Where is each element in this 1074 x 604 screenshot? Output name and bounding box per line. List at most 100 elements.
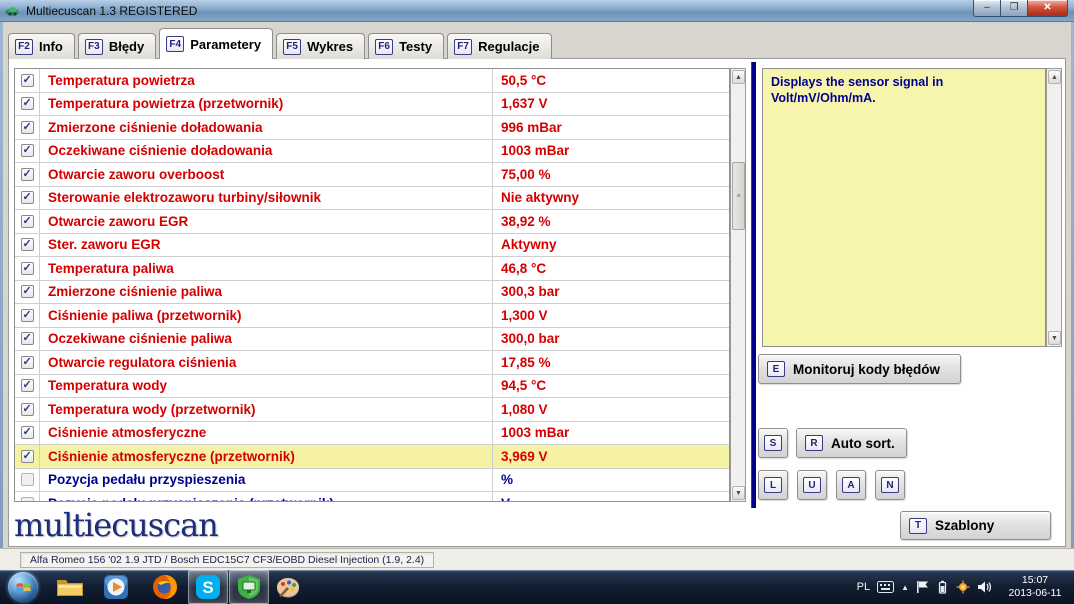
monitor-error-codes-button[interactable]: E Monitoruj kody błędów	[758, 354, 961, 384]
param-value: 1003 mBar	[501, 425, 569, 440]
table-row[interactable]: Ciśnienie paliwa (przetwornik) 1,300 V	[15, 304, 729, 328]
tab-f4-parametery[interactable]: F4 Parametery	[159, 28, 273, 59]
u-button[interactable]: U	[797, 470, 827, 500]
row-checkbox[interactable]	[21, 285, 34, 298]
tab-f7-regulacje[interactable]: F7 Regulacje	[447, 33, 551, 59]
param-value: 75,00 %	[501, 167, 551, 182]
taskbar-multiecuscan-app[interactable]	[229, 570, 269, 604]
table-scrollbar[interactable]: ▲ ≡ ▼	[730, 68, 746, 502]
table-row[interactable]: Temperatura wody (przetwornik) 1,080 V	[15, 398, 729, 422]
l-button[interactable]: L	[758, 470, 788, 500]
row-checkbox[interactable]	[21, 497, 34, 502]
table-row[interactable]: Otwarcie regulatora ciśnienia 17,85 %	[15, 351, 729, 375]
taskbar-firefox[interactable]	[145, 570, 185, 604]
table-row[interactable]: Oczekiwane ciśnienie doładowania 1003 mB…	[15, 140, 729, 164]
table-row[interactable]: Pozycja pedału przyspieszenia (przetworn…	[15, 492, 729, 502]
row-checkbox[interactable]	[21, 121, 34, 134]
n-button[interactable]: N	[875, 470, 905, 500]
param-name: Zmierzone ciśnienie paliwa	[48, 284, 222, 299]
row-checkbox[interactable]	[21, 426, 34, 439]
auto-sort-button[interactable]: R Auto sort.	[796, 428, 907, 458]
row-checkbox[interactable]	[21, 238, 34, 251]
row-checkbox[interactable]	[21, 97, 34, 110]
row-checkbox[interactable]	[21, 473, 34, 486]
battery-icon[interactable]	[936, 580, 949, 594]
param-name: Oczekiwane ciśnienie doładowania	[48, 143, 272, 158]
table-row[interactable]: Zmierzone ciśnienie paliwa 300,3 bar	[15, 281, 729, 305]
param-value: 300,0 bar	[501, 331, 560, 346]
s-button[interactable]: S	[758, 428, 788, 458]
tab-f5-wykres[interactable]: F5 Wykres	[276, 33, 365, 59]
tab-label: Info	[39, 39, 63, 54]
row-checkbox[interactable]	[21, 379, 34, 392]
param-name: Otwarcie regulatora ciśnienia	[48, 355, 236, 370]
tab-f6-testy[interactable]: F6 Testy	[368, 33, 444, 59]
param-value: 94,5 °C	[501, 378, 546, 393]
param-name: Temperatura wody	[48, 378, 167, 393]
info-scroll-up-icon[interactable]: ▲	[1048, 70, 1061, 84]
table-row[interactable]: Ster. zaworu EGR Aktywny	[15, 234, 729, 258]
table-row[interactable]: Ciśnienie atmosferyczne 1003 mBar	[15, 422, 729, 446]
panel-splitter[interactable]	[751, 62, 756, 508]
language-indicator[interactable]: PL	[857, 581, 870, 593]
taskbar-windows-explorer[interactable]	[50, 570, 90, 604]
row-checkbox[interactable]	[21, 356, 34, 369]
table-row[interactable]: Otwarcie zaworu EGR 38,92 %	[15, 210, 729, 234]
tab-f2-info[interactable]: F2 Info	[8, 33, 75, 59]
windows-logo-icon	[16, 581, 31, 594]
taskbar-windows-media-player[interactable]	[96, 570, 136, 604]
row-checkbox[interactable]	[21, 215, 34, 228]
row-checkbox[interactable]	[21, 74, 34, 87]
table-row[interactable]: Pozycja pedału przyspieszenia %	[15, 469, 729, 493]
table-row[interactable]: Temperatura paliwa 46,8 °C	[15, 257, 729, 281]
param-name: Otwarcie zaworu overboost	[48, 167, 224, 182]
network-alert-icon[interactable]	[956, 580, 970, 594]
table-row[interactable]: Temperatura powietrza 50,5 °C	[15, 69, 729, 93]
scroll-down-icon[interactable]: ▼	[732, 486, 745, 500]
title-bar[interactable]: Multiecuscan 1.3 REGISTERED – ❐ ✕	[0, 0, 1074, 22]
clock-date: 2013-06-11	[1004, 587, 1066, 600]
table-scrollbar-thumb[interactable]: ≡	[732, 162, 745, 230]
start-button[interactable]	[8, 572, 38, 602]
windows-media-player-icon	[103, 574, 129, 600]
key-badge: U	[803, 477, 821, 493]
row-checkbox[interactable]	[21, 403, 34, 416]
taskbar-paint[interactable]	[268, 570, 308, 604]
row-checkbox[interactable]	[21, 332, 34, 345]
minimize-button[interactable]: –	[973, 0, 1001, 17]
info-scroll-down-icon[interactable]: ▼	[1048, 331, 1061, 345]
templates-button[interactable]: T Szablony	[900, 511, 1051, 540]
keyboard-icon[interactable]	[877, 581, 894, 593]
param-value: 50,5 °C	[501, 73, 546, 88]
row-checkbox[interactable]	[21, 450, 34, 463]
row-checkbox[interactable]	[21, 168, 34, 181]
param-name: Sterowanie elektrozaworu turbiny/siłowni…	[48, 190, 321, 205]
table-row[interactable]: Ciśnienie atmosferyczne (przetwornik) 3,…	[15, 445, 729, 469]
show-hidden-icons-icon[interactable]: ▲	[901, 583, 909, 592]
table-row[interactable]: Temperatura wody 94,5 °C	[15, 375, 729, 399]
scroll-up-icon[interactable]: ▲	[732, 70, 745, 84]
param-value: 300,3 bar	[501, 284, 560, 299]
info-scrollbar[interactable]: ▲ ▼	[1046, 68, 1062, 347]
row-checkbox[interactable]	[21, 262, 34, 275]
speaker-icon[interactable]	[977, 580, 993, 594]
close-button[interactable]: ✕	[1028, 0, 1068, 17]
table-row[interactable]: Oczekiwane ciśnienie paliwa 300,0 bar	[15, 328, 729, 352]
table-row[interactable]: Temperatura powietrza (przetwornik) 1,63…	[15, 93, 729, 117]
a-button[interactable]: A	[836, 470, 866, 500]
table-row[interactable]: Sterowanie elektrozaworu turbiny/siłowni…	[15, 187, 729, 211]
action-center-flag-icon[interactable]	[916, 580, 929, 594]
table-row[interactable]: Zmierzone ciśnienie doładowania 996 mBar	[15, 116, 729, 140]
taskbar-clock[interactable]: 15:07 2013-06-11	[1004, 574, 1066, 600]
taskbar-skype[interactable]: S	[188, 570, 228, 604]
tab-label: Parametery	[190, 37, 261, 52]
row-checkbox[interactable]	[21, 309, 34, 322]
templates-key-badge: T	[909, 518, 927, 534]
row-checkbox[interactable]	[21, 144, 34, 157]
maximize-button[interactable]: ❐	[1001, 0, 1028, 17]
auto-sort-label: Auto sort.	[831, 436, 895, 451]
table-row[interactable]: Otwarcie zaworu overboost 75,00 %	[15, 163, 729, 187]
tab-f3-błędy[interactable]: F3 Błędy	[78, 33, 156, 59]
key-badge: A	[842, 477, 860, 493]
row-checkbox[interactable]	[21, 191, 34, 204]
